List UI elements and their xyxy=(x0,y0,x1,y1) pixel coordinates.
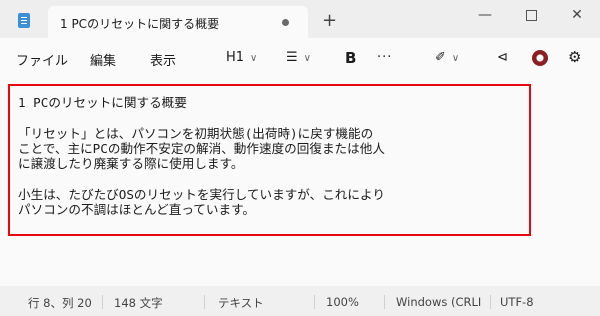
status-divider xyxy=(384,295,385,309)
document-tab[interactable]: 1 PCのリセットに関する概要 xyxy=(48,6,308,38)
brush-icon: ✐ xyxy=(435,50,446,65)
chevron-down-icon: ∨ xyxy=(250,53,258,64)
list-icon: ☰ xyxy=(286,50,298,65)
status-divider xyxy=(204,295,205,309)
list-dropdown[interactable]: ☰ ∨ xyxy=(286,50,311,65)
title-bar: 1 PCのリセットに関する概要 + — ✕ xyxy=(0,0,600,38)
status-divider xyxy=(102,295,103,309)
rewrite-dropdown[interactable]: ✐ ∨ xyxy=(435,50,459,65)
announcement-icon[interactable]: ⊲ xyxy=(497,50,508,65)
bold-button[interactable]: B xyxy=(345,49,356,67)
notepad-app-icon xyxy=(18,13,30,28)
heading-dropdown[interactable]: H1 ∨ xyxy=(226,50,257,65)
document-line: パソコンの不調はほとんど直っています。 xyxy=(18,202,256,217)
profile-avatar-icon[interactable] xyxy=(532,50,548,66)
line-ending[interactable]: Windows (CRLI xyxy=(396,295,481,309)
maximize-icon xyxy=(525,9,537,21)
character-count: 148 文字 xyxy=(114,296,163,310)
minimize-button[interactable]: — xyxy=(462,0,508,30)
menu-view[interactable]: 表示 xyxy=(150,50,176,69)
document-content[interactable]: 1 PCのリセットに関する概要 「リセット」とは、パソコンを初期状態(出荷時)に… xyxy=(18,95,528,217)
status-bar: 行 8、列 20 148 文字 テキスト 100% Windows (CRLI … xyxy=(0,286,600,316)
encoding[interactable]: UTF-8 xyxy=(500,295,534,309)
settings-gear-icon[interactable]: ⚙ xyxy=(568,48,581,66)
unsaved-dot-icon[interactable] xyxy=(282,19,289,26)
document-line: ことで、主にPCの動作不安定の解消、動作速度の回復または他人 xyxy=(18,141,385,156)
menu-edit[interactable]: 編集 xyxy=(90,50,116,69)
document-line: 小生は、たびたびOSのリセットを実行していますが、これにより xyxy=(18,187,385,202)
chevron-down-icon: ∨ xyxy=(451,53,460,64)
document-line: 「リセット」とは、パソコンを初期状態(出荷時)に戻す機能の xyxy=(18,126,374,141)
zoom-level[interactable]: 100% xyxy=(326,295,359,309)
status-divider xyxy=(490,295,491,309)
close-button[interactable]: ✕ xyxy=(554,0,600,30)
chevron-down-icon: ∨ xyxy=(303,53,311,64)
document-line: 1 PCのリセットに関する概要 xyxy=(18,95,187,110)
status-divider xyxy=(314,295,315,309)
format-indicator[interactable]: テキスト xyxy=(218,295,264,311)
maximize-button[interactable] xyxy=(508,0,554,30)
menu-file[interactable]: ファイル xyxy=(16,50,68,69)
tab-title: 1 PCのリセットに関する概要 xyxy=(60,17,220,31)
cursor-position: 行 8、列 20 xyxy=(28,296,92,310)
menu-bar: ファイル 編集 表示 H1 ∨ ☰ ∨ B ··· ✐ ∨ ⊲ ⚙ xyxy=(0,38,600,78)
new-tab-button[interactable]: + xyxy=(322,10,337,31)
heading-label: H1 xyxy=(226,50,245,65)
document-line: に譲渡したり廃棄する際に使用します。 xyxy=(18,156,244,171)
more-options-button[interactable]: ··· xyxy=(377,50,392,65)
